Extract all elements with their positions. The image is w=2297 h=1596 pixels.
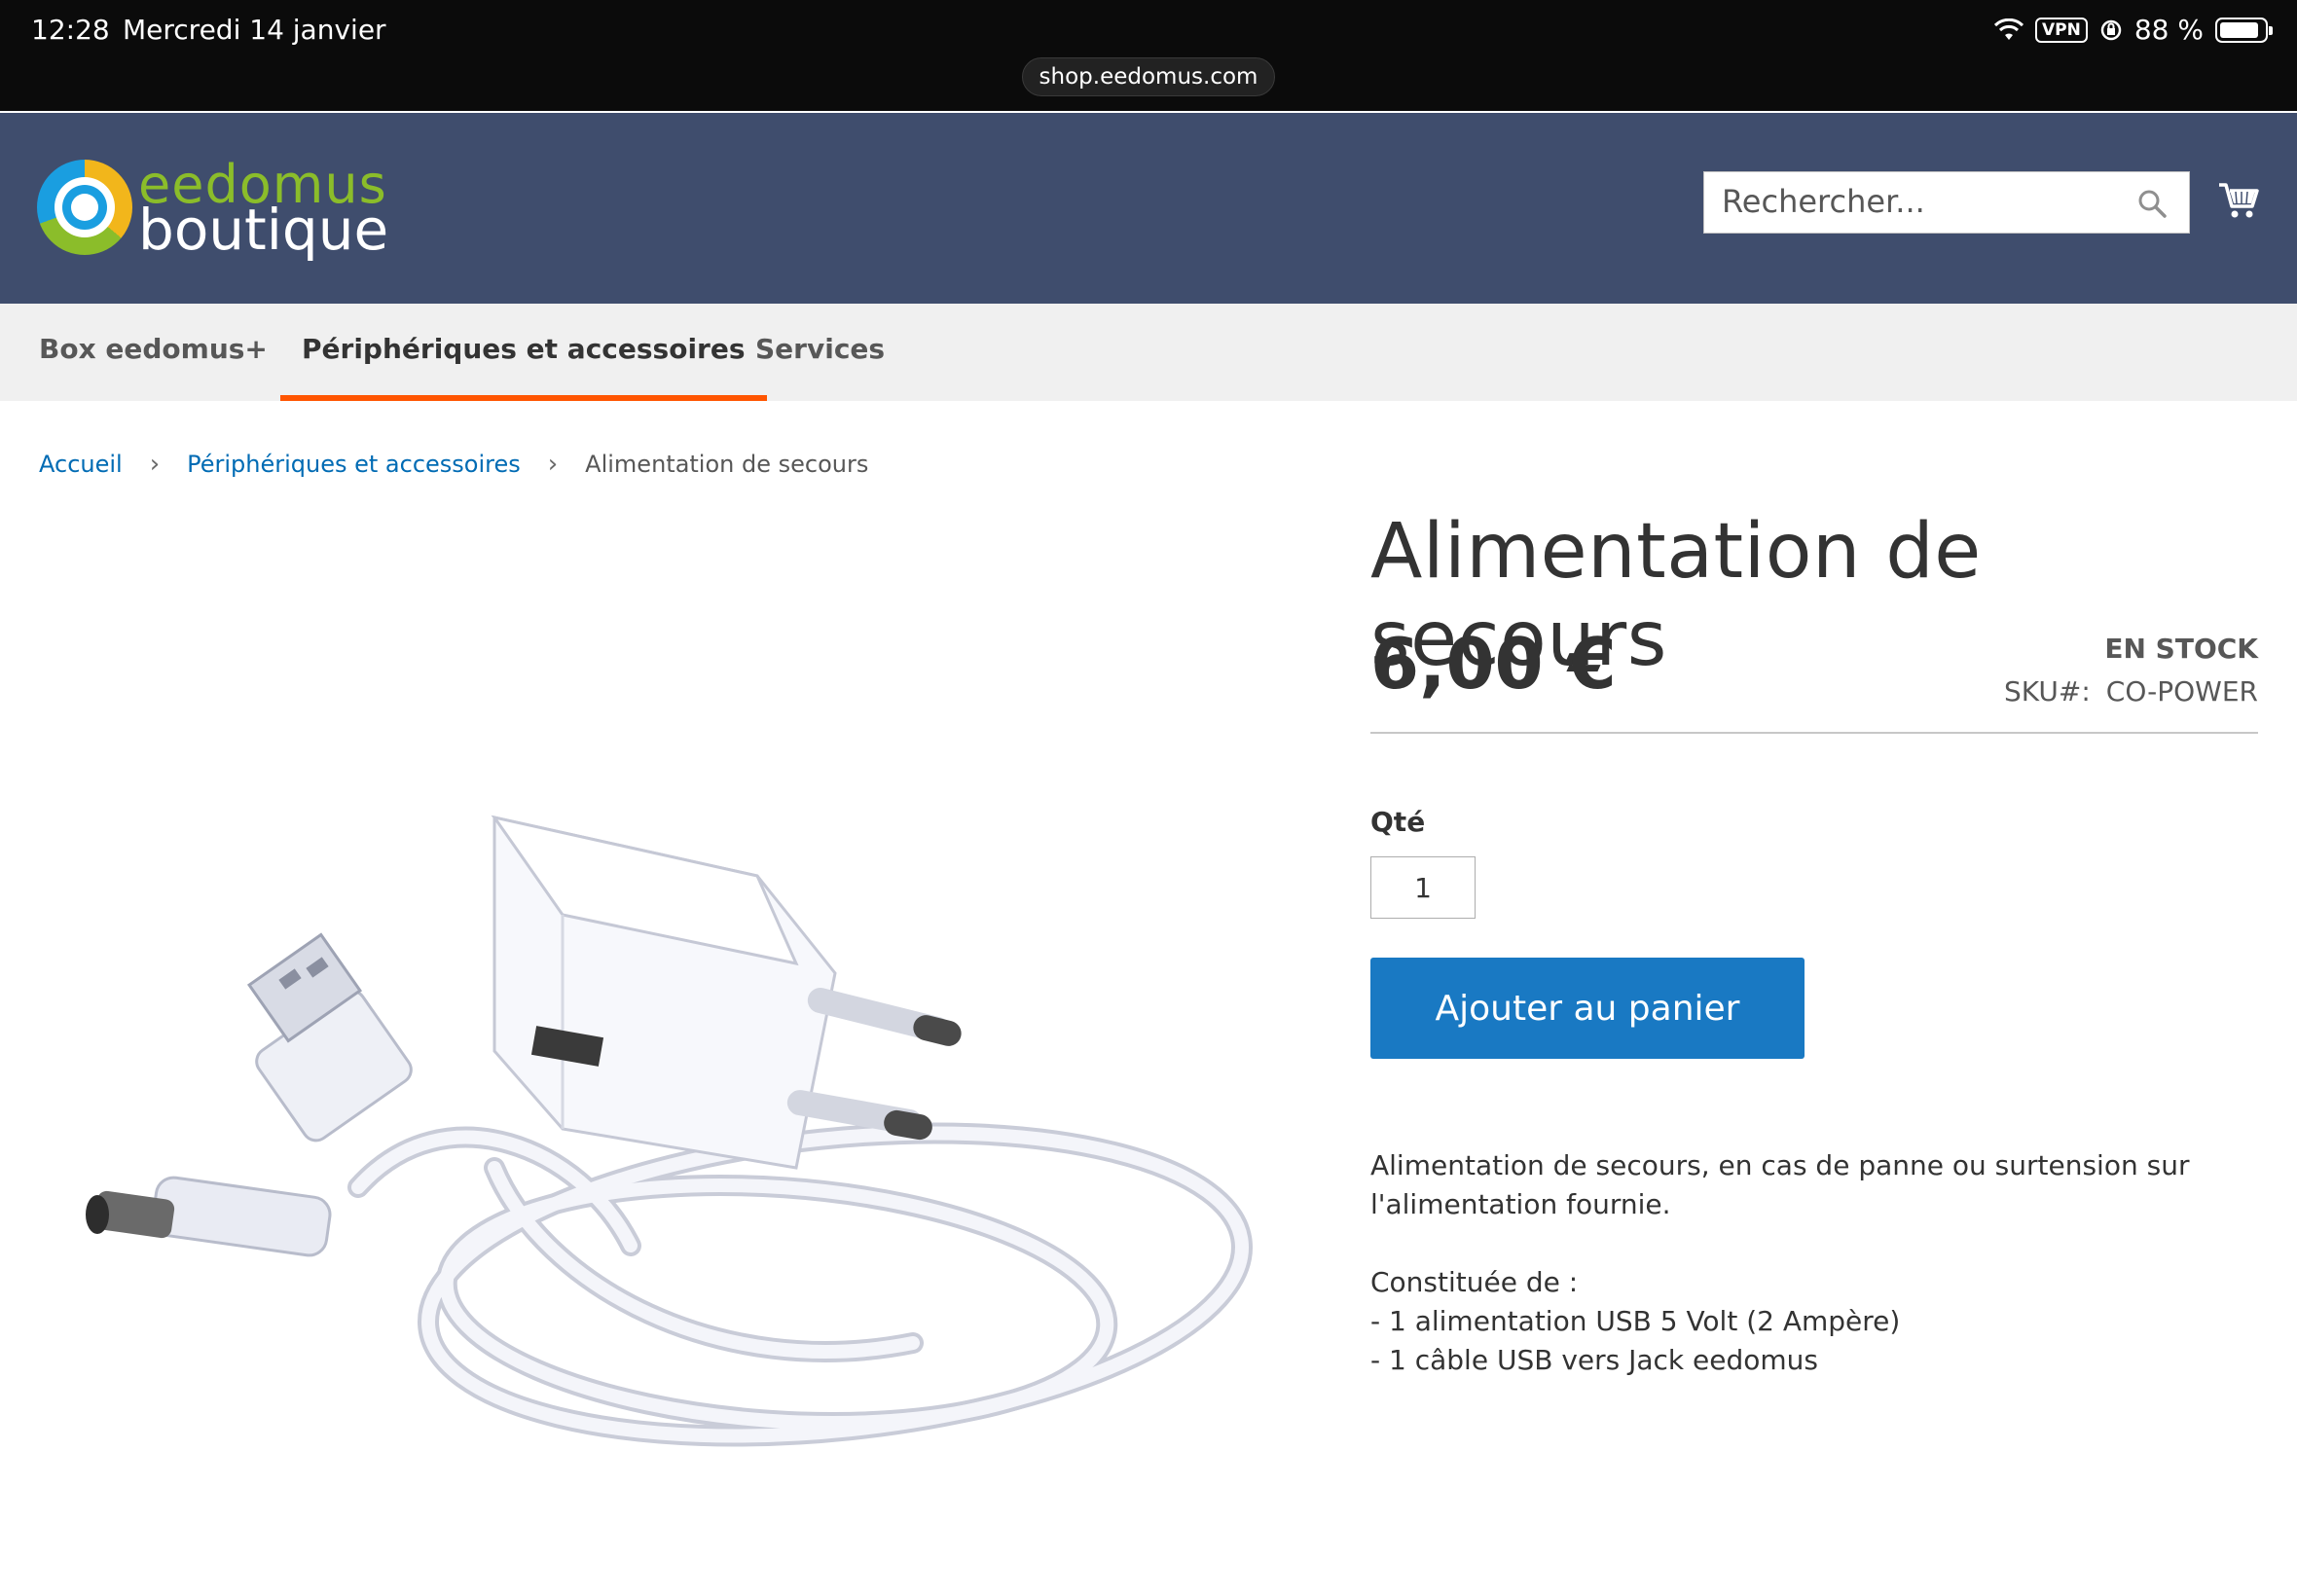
status-bar: 12:28 Mercredi 14 janvier VPN 88 % shop.… bbox=[0, 0, 2297, 111]
divider bbox=[1370, 732, 2258, 734]
product-sku: SKU#: CO-POWER bbox=[2004, 675, 2258, 707]
status-time: 12:28 bbox=[31, 14, 110, 46]
search-icon[interactable] bbox=[2136, 188, 2168, 219]
status-date: Mercredi 14 janvier bbox=[123, 14, 386, 46]
chevron-right-icon: › bbox=[547, 450, 559, 479]
nav-item-services[interactable]: Services bbox=[734, 304, 906, 401]
description-heading: Constituée de : bbox=[1370, 1266, 1579, 1298]
breadcrumb-category-link[interactable]: Périphériques et accessoires bbox=[187, 451, 521, 478]
nav-item-box-eedomus[interactable]: Box eedomus+ bbox=[18, 304, 289, 401]
search-input[interactable] bbox=[1704, 172, 2113, 231]
cart-icon[interactable] bbox=[2217, 179, 2260, 222]
wifi-icon bbox=[1994, 18, 2024, 40]
orientation-lock-icon bbox=[2100, 19, 2122, 40]
logo-text-bottom: boutique bbox=[138, 197, 389, 263]
nav-item-peripheriques[interactable]: Périphériques et accessoires bbox=[280, 304, 767, 401]
address-bar[interactable]: shop.eedomus.com bbox=[1022, 57, 1275, 96]
description-item: - 1 câble USB vers Jack eedomus bbox=[1370, 1344, 1819, 1376]
chevron-right-icon: › bbox=[149, 450, 161, 479]
stock-status: EN STOCK bbox=[2104, 633, 2258, 665]
sku-value: CO-POWER bbox=[2105, 675, 2258, 707]
qty-label: Qté bbox=[1370, 806, 1426, 838]
breadcrumb-current: Alimentation de secours bbox=[585, 451, 869, 478]
product-price: 6,00 € bbox=[1370, 623, 1617, 705]
product-image[interactable] bbox=[37, 545, 1302, 1518]
description-intro: Alimentation de secours, en cas de panne… bbox=[1370, 1149, 2190, 1220]
site-header: eedomus boutique bbox=[0, 113, 2297, 304]
battery-percent: 88 % bbox=[2133, 14, 2204, 46]
main-nav: Box eedomus+ Périphériques et accessoire… bbox=[0, 304, 2297, 401]
product-description: Alimentation de secours, en cas de panne… bbox=[1370, 1146, 2207, 1380]
battery-icon bbox=[2215, 17, 2273, 43]
breadcrumb: Accueil › Périphériques et accessoires ›… bbox=[39, 450, 868, 479]
breadcrumb-home-link[interactable]: Accueil bbox=[39, 451, 123, 478]
eedomus-logo[interactable]: eedomus boutique bbox=[37, 154, 389, 263]
add-to-cart-button[interactable]: Ajouter au panier bbox=[1370, 958, 1805, 1059]
search-box bbox=[1703, 171, 2190, 234]
vpn-badge: VPN bbox=[2035, 17, 2088, 43]
description-item: - 1 alimentation USB 5 Volt (2 Ampère) bbox=[1370, 1305, 1901, 1337]
status-indicators: VPN 88 % bbox=[1994, 14, 2273, 46]
qty-input[interactable] bbox=[1370, 856, 1476, 919]
sku-label: SKU#: bbox=[2003, 675, 2091, 707]
